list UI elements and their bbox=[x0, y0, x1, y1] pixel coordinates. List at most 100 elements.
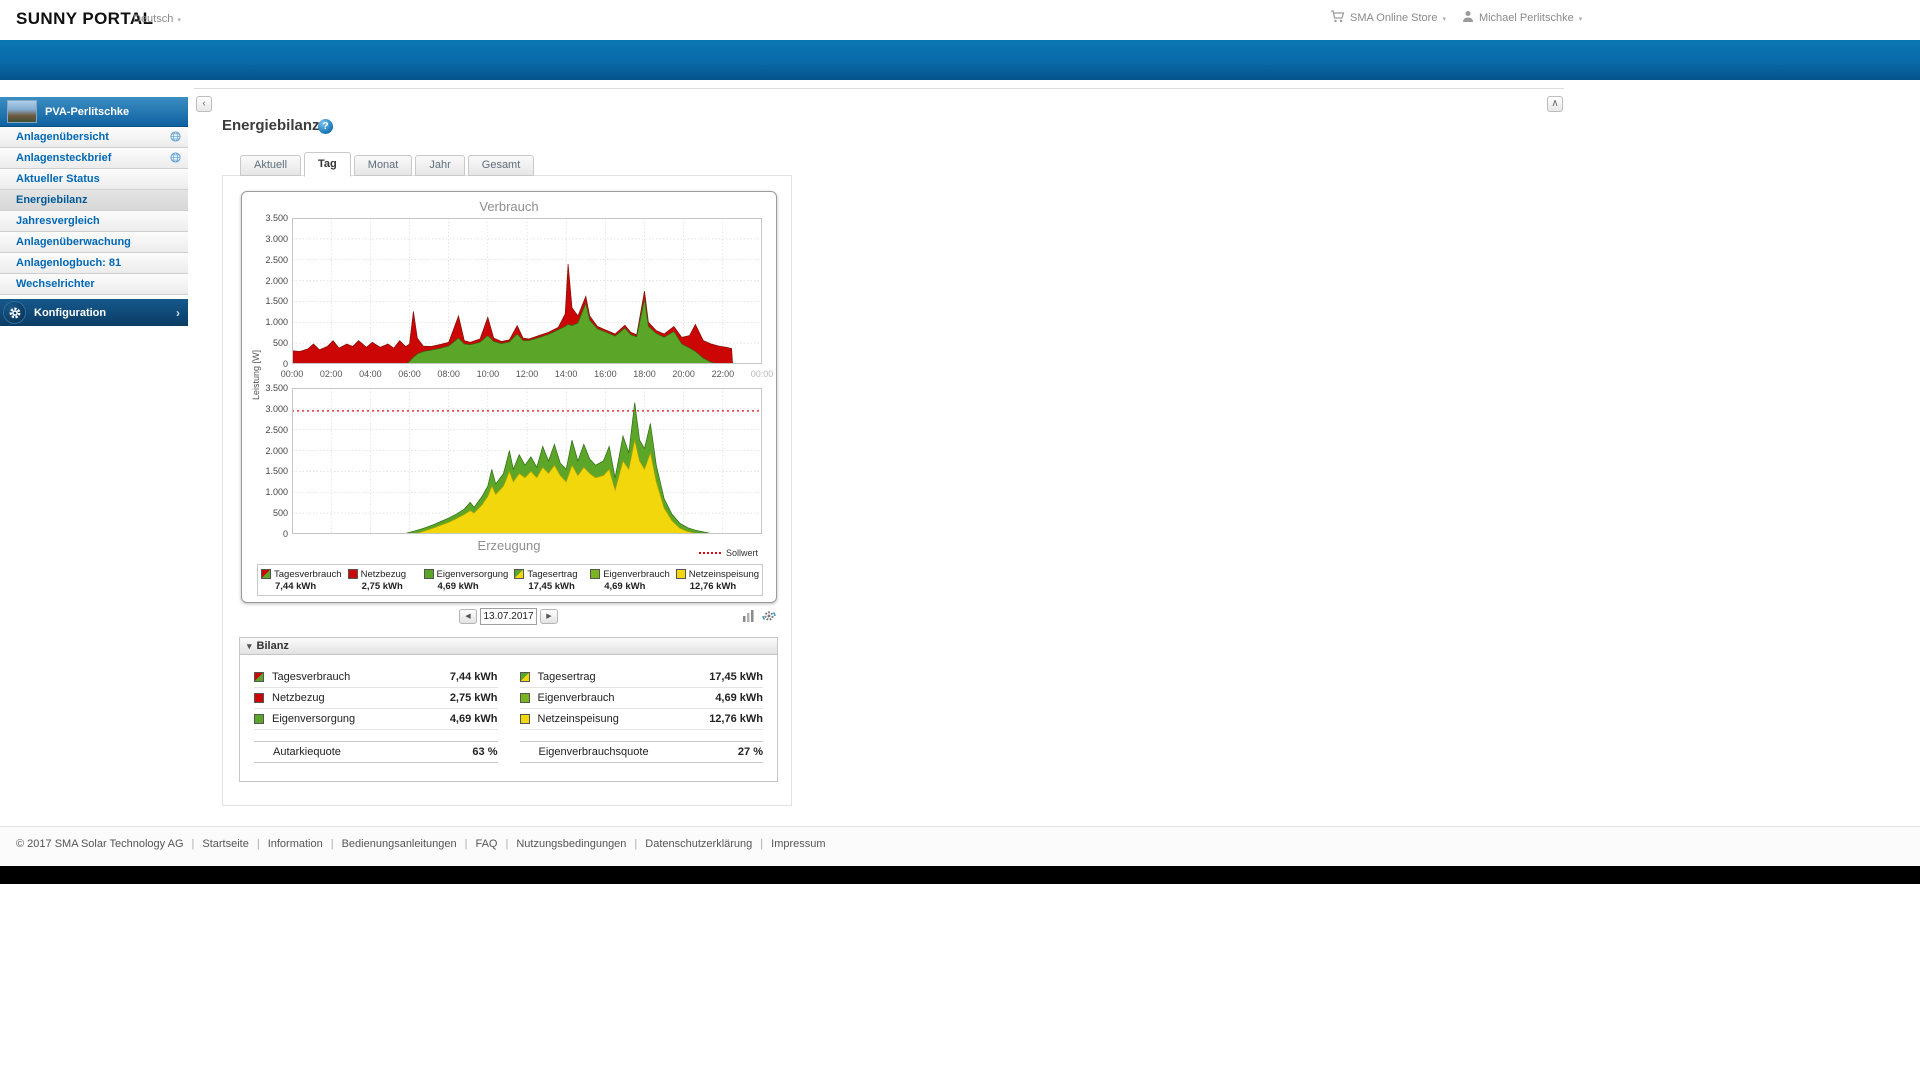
user-name: Michael Perlitschke bbox=[1478, 12, 1574, 24]
tab-aktuell[interactable]: Aktuell bbox=[240, 155, 302, 176]
sidebar-item-jahresvergleich[interactable]: Jahresvergleich bbox=[0, 211, 188, 232]
sidebar-collapse-button[interactable]: ‹ bbox=[196, 96, 212, 112]
bilanz-label: Tagesverbrauch bbox=[272, 671, 351, 683]
legend-value: 4,69 kWh bbox=[437, 580, 479, 592]
user-menu[interactable]: Michael Perlitschke ▾ bbox=[1462, 10, 1582, 26]
x-tick-label: 00:00 bbox=[280, 369, 304, 379]
footer-link-nutzungsbedingungen[interactable]: Nutzungsbedingungen bbox=[516, 838, 626, 850]
tagesverbrauch-icon bbox=[261, 569, 271, 579]
sidebar-item-konfiguration[interactable]: Konfiguration › bbox=[0, 299, 188, 326]
sidebar-item-anlagenübersicht[interactable]: Anlagenübersicht bbox=[0, 127, 188, 148]
tab-tag[interactable]: Tag bbox=[304, 152, 351, 177]
netzbezug-icon bbox=[347, 569, 358, 579]
bilanz-value: 17,45 kWh bbox=[709, 671, 763, 683]
x-tick-label: 00:00 bbox=[750, 369, 774, 379]
footer-link-information[interactable]: Information bbox=[268, 838, 323, 850]
tab-gesamt[interactable]: Gesamt bbox=[467, 155, 535, 176]
tab-bar: Aktuell Tag Monat Jahr Gesamt bbox=[240, 151, 537, 177]
footer-copyright: © 2017 SMA Solar Technology AG bbox=[16, 838, 184, 850]
tab-jahr[interactable]: Jahr bbox=[415, 155, 465, 176]
y-tick-label: 3.000 bbox=[265, 233, 288, 244]
sidebar-item-label: Wechselrichter bbox=[16, 278, 95, 290]
y-tick-label: 2.000 bbox=[265, 275, 288, 286]
y-tick-label: 1.000 bbox=[265, 317, 288, 328]
bilanz-label: Tagesertrag bbox=[537, 671, 596, 683]
legend-label: Tagesertrag bbox=[527, 568, 578, 580]
page-title: Energiebilanz bbox=[222, 117, 320, 134]
x-axis-labels: 00:00 02:00 04:00 06:00 08:00 10:00 12:00 14:00… bbox=[281, 369, 774, 381]
bilanz-title: Bilanz bbox=[256, 640, 289, 652]
sidebar-item-anlagenüberwachung[interactable]: Anlagenüberwachung bbox=[0, 232, 188, 253]
sidebar-item-anlagensteckbrief[interactable]: Anlagensteckbrief bbox=[0, 148, 188, 169]
sollwert-line-icon bbox=[698, 552, 721, 554]
chart-tool-icons bbox=[742, 609, 776, 623]
help-icon[interactable]: ? bbox=[318, 119, 333, 134]
y-tick-label: 3.500 bbox=[265, 213, 288, 223]
legend-item-eigenversorgung: Eigenversorgung 4,69 kWh bbox=[421, 565, 512, 595]
legend-item-netzbezug: Netzbezug 2,75 kWh bbox=[345, 565, 421, 595]
erzeugung-chart-svg bbox=[292, 388, 762, 534]
plant-header[interactable]: PVA-Perlitschke bbox=[0, 97, 188, 127]
bilanz-value: 7,44 kWh bbox=[449, 671, 498, 683]
content-divider bbox=[194, 88, 1564, 89]
chevron-down-icon: ▾ bbox=[177, 17, 181, 24]
sidebar-item-aktueller-status[interactable]: Aktueller Status bbox=[0, 169, 188, 190]
user-icon bbox=[1462, 10, 1474, 26]
footer-separator: | bbox=[330, 838, 334, 850]
gear-icon bbox=[3, 301, 26, 324]
legend-item-tagesertrag: Tagesertrag 17,45 kWh bbox=[511, 565, 587, 595]
bilanz-value: 12,76 kWh bbox=[709, 713, 763, 725]
x-tick-label: 20:00 bbox=[672, 369, 695, 379]
plant-thumbnail bbox=[7, 100, 37, 123]
sidebar-item-energiebilanz[interactable]: Energiebilanz bbox=[0, 190, 188, 211]
footer-link-datenschutzerklärung[interactable]: Datenschutzerklärung bbox=[645, 838, 752, 850]
chart-legend: Tagesverbrauch 7,44 kWh Netzbezug 2,75 kWh E… bbox=[257, 564, 763, 596]
x-tick-label: 10:00 bbox=[476, 369, 500, 379]
online-store-label: SMA Online Store bbox=[1350, 12, 1438, 24]
legend-label: Netzeinspeisung bbox=[688, 568, 760, 580]
date-input[interactable] bbox=[480, 608, 537, 625]
sidebar-item-wechselrichter[interactable]: Wechselrichter bbox=[0, 274, 188, 295]
language-label: Deutsch bbox=[133, 13, 174, 25]
bilanz-value: 4,69 kWh bbox=[715, 692, 763, 704]
footer-link-bedienungsanleitungen[interactable]: Bedienungsanleitungen bbox=[342, 838, 457, 850]
bilanz-value: 63 % bbox=[472, 746, 498, 758]
erzeugung-chart-title: Erzeugung bbox=[477, 538, 541, 553]
scroll-top-button[interactable]: ∧ bbox=[1547, 96, 1563, 112]
plant-name: PVA-Perlitschke bbox=[45, 105, 130, 118]
bilanz-header[interactable]: ▾ Bilanz bbox=[240, 638, 777, 655]
topbar: SUNNY PORTAL Deutsch ▾ SMA Online Store … bbox=[0, 0, 1920, 40]
bilanz-label: Eigenversorgung bbox=[272, 713, 356, 725]
sollwert-legend: Sollwert bbox=[698, 548, 758, 558]
chart-settings-icon[interactable] bbox=[742, 609, 756, 623]
tab-monat[interactable]: Monat bbox=[353, 155, 413, 176]
online-store-link[interactable]: SMA Online Store ▾ bbox=[1330, 10, 1446, 26]
footer-link-startseite[interactable]: Startseite bbox=[202, 838, 248, 850]
footer-separator: | bbox=[505, 838, 509, 850]
export-refresh-icon[interactable] bbox=[762, 609, 776, 623]
date-navigation: ◀ ▶ bbox=[223, 608, 793, 626]
bilanz-total-eigenverbrauchsquote: Eigenverbrauchsquote 27 % bbox=[519, 741, 763, 763]
x-tick-label: 22:00 bbox=[711, 369, 735, 379]
bilanz-value: 4,69 kWh bbox=[449, 713, 498, 725]
x-tick-label: 08:00 bbox=[437, 369, 460, 379]
chevron-down-icon: ▾ bbox=[1442, 16, 1446, 23]
x-tick-label: 06:00 bbox=[398, 369, 421, 379]
x-tick-label: 12:00 bbox=[515, 369, 539, 379]
bilanz-label: Netzeinspeisung bbox=[537, 713, 619, 725]
language-selector[interactable]: Deutsch ▾ bbox=[133, 13, 181, 25]
footer-link-impressum[interactable]: Impressum bbox=[771, 838, 825, 850]
sidebar-item-anlagenlogbuch-81[interactable]: Anlagenlogbuch: 81 bbox=[0, 253, 188, 274]
bilanz-right-column: Tagesertrag 17,45 kWh Eigenverbrauch 4,69 k… bbox=[519, 667, 763, 763]
previous-day-button[interactable]: ◀ bbox=[459, 609, 477, 624]
next-day-button[interactable]: ▶ bbox=[540, 609, 558, 624]
footer-links: © 2017 SMA Solar Technology AG | Startseit… bbox=[0, 827, 1920, 850]
bilanz-row-eigenversorgung: Eigenversorgung 4,69 kWh bbox=[254, 709, 498, 730]
footer-separator: | bbox=[760, 838, 764, 850]
footer-link-faq[interactable]: FAQ bbox=[475, 838, 497, 850]
legend-item-row: Netzeinspeisung bbox=[675, 568, 760, 580]
eigenversorgung-icon bbox=[254, 714, 264, 724]
sidebar-item-label: Anlagenübersicht bbox=[16, 131, 109, 143]
eigenverbrauch-icon bbox=[519, 693, 530, 703]
sidebar-item-label: Aktueller Status bbox=[16, 173, 100, 185]
